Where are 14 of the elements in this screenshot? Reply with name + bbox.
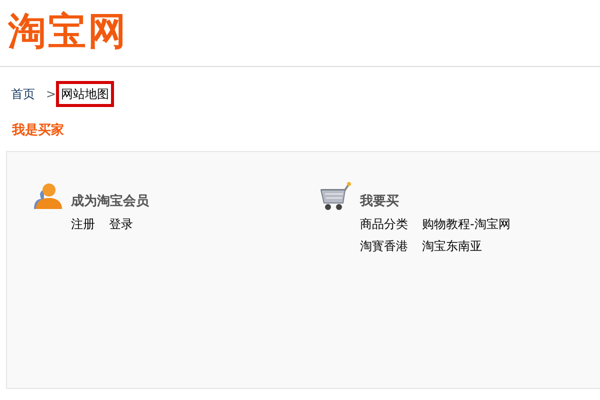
breadcrumb-link[interactable]: 网站地图 [56,81,114,107]
breadcrumb-link[interactable]: 首页 [6,81,40,107]
group-link[interactable]: 登录 [109,215,133,233]
group-link[interactable]: 淘宝东南亚 [422,237,482,255]
breadcrumb-separator: > [46,86,56,103]
group-link[interactable]: 淘寳香港 [360,237,408,255]
group-title: 成为淘宝会员 [71,194,149,208]
shopping-cart-icon [320,182,352,212]
group-link[interactable]: 注册 [71,215,95,233]
user-icon [31,182,63,210]
group-link[interactable]: 商品分类 [360,215,408,233]
group-link[interactable]: 购物教程-淘宝网 [422,215,510,233]
group-title: 我要买 [360,194,399,208]
section-title: 我是买家 [12,123,64,138]
